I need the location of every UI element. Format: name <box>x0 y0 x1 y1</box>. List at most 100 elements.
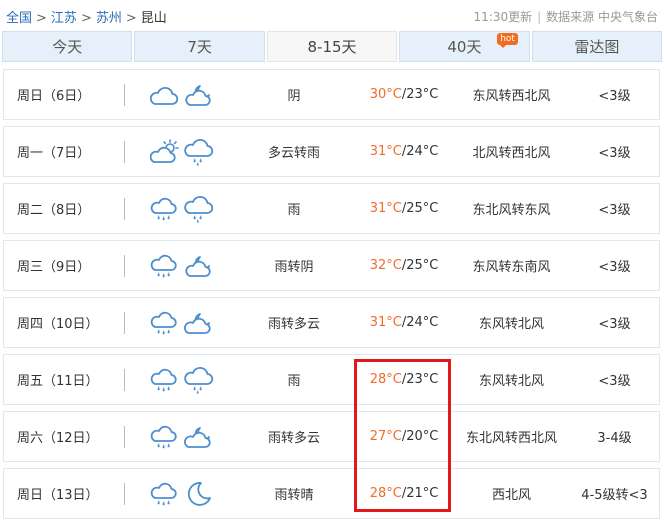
data-source: 数据来源 中央气象台 <box>546 10 658 24</box>
condition-text: 雨转阴 <box>274 260 314 275</box>
tab-label: 雷达图 <box>574 38 620 56</box>
partly-cloudy-night-icon <box>184 251 214 281</box>
tab-7-days[interactable]: 7天 <box>134 31 265 62</box>
divider <box>124 426 125 448</box>
day-label: 周四（10日） <box>17 317 99 332</box>
temp-high: 30°C <box>369 87 402 102</box>
breadcrumb-link-country[interactable]: 全国 <box>6 11 32 26</box>
temperature: 27°C/20°C <box>359 412 449 461</box>
forecast-row[interactable]: 周一（7日） 多云转雨 31°C/24°C 北风转西北风 <3级 <box>3 126 660 177</box>
partly-cloudy-night-icon <box>184 80 214 110</box>
forecast-row[interactable]: 周日（6日） 阴 30°C/23°C 东风转西北风 <3级 <box>3 69 660 120</box>
condition-text: 雨 <box>287 374 301 389</box>
temp-low: /24°C <box>401 144 439 159</box>
divider <box>124 312 125 334</box>
temperature: 30°C/23°C <box>359 70 449 119</box>
day-label: 周六（12日） <box>17 431 99 446</box>
rain-icon <box>150 479 180 509</box>
temp-high: 28°C <box>369 486 402 501</box>
tab-radar[interactable]: 雷达图 <box>531 31 663 62</box>
wind-level: <3级 <box>598 89 631 104</box>
temp-high: 31°C <box>369 315 402 330</box>
wind-level: <3级 <box>598 260 631 275</box>
divider <box>124 483 125 505</box>
update-time: 11:30更新 <box>473 10 533 24</box>
breadcrumb-link-city[interactable]: 苏州 <box>96 11 122 26</box>
rain-icon <box>150 194 180 224</box>
temp-high: 27°C <box>369 429 402 444</box>
day-label: 周日（6日） <box>17 89 91 104</box>
wind-direction: 北风转西北风 <box>472 146 551 161</box>
divider <box>124 369 125 391</box>
day-label: 周日（13日） <box>17 488 99 503</box>
rain-icon <box>150 308 180 338</box>
condition-text: 阴 <box>287 89 301 104</box>
partly-cloudy-day-icon <box>150 137 180 167</box>
forecast-tabs: 今天 7天 8-15天 40天 hot 雷达图 <box>2 31 663 62</box>
cloudy-night-icon <box>184 422 214 452</box>
wind-direction: 东北风转东风 <box>472 203 551 218</box>
wind-level: <3级 <box>598 374 631 389</box>
divider <box>124 198 125 220</box>
hot-badge: hot <box>497 33 518 48</box>
day-label: 周二（8日） <box>17 203 91 218</box>
temperature: 28°C/21°C <box>359 469 449 518</box>
meta-divider: | <box>537 10 542 24</box>
wind-direction: 西北风 <box>491 488 531 503</box>
forecast-row[interactable]: 周二（8日） 雨 31°C/25°C 东北风转东风 <3级 <box>3 183 660 234</box>
rain-icon <box>150 422 180 452</box>
rain-icon <box>150 251 180 281</box>
forecast-row[interactable]: 周日（13日） 雨转晴 28°C/21°C 西北风 4-5级转<3 <box>3 468 660 519</box>
breadcrumb-separator: > <box>80 11 92 26</box>
shower-icon <box>184 194 214 224</box>
weather-icons <box>150 469 222 518</box>
weather-icons <box>150 184 222 233</box>
wind-level: <3级 <box>598 203 631 218</box>
temp-high: 32°C <box>369 258 402 273</box>
breadcrumb-separator: > <box>36 11 47 26</box>
condition-text: 多云转雨 <box>267 146 320 161</box>
tab-label: 40天 <box>447 38 482 56</box>
temperature: 31°C/24°C <box>359 127 449 176</box>
temperature: 28°C/23°C <box>359 355 449 404</box>
day-label: 周三（9日） <box>17 260 91 275</box>
condition-text: 雨转多云 <box>267 317 320 332</box>
forecast-row[interactable]: 周四（10日） 雨转多云 31°C/24°C 东风转北风 <3级 <box>3 297 660 348</box>
breadcrumb-current: 昆山 <box>140 11 167 26</box>
rain-icon <box>150 365 180 395</box>
top-bar: 全国 > 江苏 > 苏州 > 昆山 11:30更新 | 数据来源 中央气象台 <box>0 0 664 32</box>
temperature: 31°C/24°C <box>359 298 449 347</box>
breadcrumb-link-province[interactable]: 江苏 <box>51 11 77 26</box>
shower-icon <box>184 137 214 167</box>
cloudy-icon <box>150 80 180 110</box>
weather-icons <box>150 355 222 404</box>
tab-today[interactable]: 今天 <box>2 31 133 62</box>
condition-text: 雨 <box>287 203 301 218</box>
tab-label: 7天 <box>187 38 212 56</box>
wind-level: 3-4级 <box>597 431 632 446</box>
temp-high: 28°C <box>369 372 402 387</box>
temp-low: /23°C <box>401 372 439 387</box>
forecast-row[interactable]: 周六（12日） 雨转多云 27°C/20°C 东北风转西北风 3-4级 <box>3 411 660 462</box>
shower-icon <box>184 365 214 395</box>
condition-text: 雨转晴 <box>274 488 314 503</box>
day-label: 周一（7日） <box>17 146 91 161</box>
wind-level: <3级 <box>598 146 631 161</box>
tab-8-15-days[interactable]: 8-15天 <box>266 31 398 62</box>
tab-40-days[interactable]: 40天 hot <box>399 31 530 62</box>
temp-low: /23°C <box>401 87 439 102</box>
tab-label: 今天 <box>52 38 83 56</box>
forecast-row[interactable]: 周五（11日） 雨 28°C/23°C 东风转北风 <3级 <box>3 354 660 405</box>
tab-label: 8-15天 <box>307 38 357 56</box>
temp-low: /25°C <box>401 201 439 216</box>
weather-icons <box>150 70 222 119</box>
wind-direction: 东风转东南风 <box>472 260 551 275</box>
forecast-row[interactable]: 周三（9日） 雨转阴 32°C/25°C 东风转东南风 <3级 <box>3 240 660 291</box>
divider <box>124 141 125 163</box>
forecast-list: 周日（6日） 阴 30°C/23°C 东风转西北风 <3级 周一（7日） 多云转… <box>3 69 660 523</box>
weather-icons <box>150 127 222 176</box>
cloudy-night-icon <box>184 308 214 338</box>
breadcrumb-separator: > <box>125 11 137 26</box>
weather-icons <box>150 298 222 347</box>
wind-direction: 东风转北风 <box>478 374 544 389</box>
